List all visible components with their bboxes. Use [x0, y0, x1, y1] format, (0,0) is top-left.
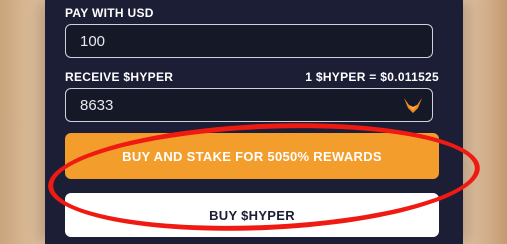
usd-amount-field[interactable] — [65, 24, 433, 58]
buy-and-stake-button[interactable]: BUY AND STAKE FOR 5050% REWARDS — [65, 133, 439, 179]
hyper-token-icon — [404, 98, 422, 113]
buy-hyper-button[interactable]: BUY $HYPER — [65, 193, 439, 237]
hyper-amount-input[interactable] — [80, 96, 380, 114]
exchange-rate: 1 $HYPER = $0.011525 — [305, 70, 439, 84]
receive-hyper-label: RECEIVE $HYPER — [65, 70, 174, 84]
usd-amount-input[interactable] — [80, 32, 380, 50]
purchase-panel: PAY WITH USD RECEIVE $HYPER 1 $HYPER = $… — [45, 0, 463, 244]
pay-with-usd-label: PAY WITH USD — [65, 6, 154, 20]
hyper-amount-field[interactable] — [65, 88, 433, 122]
